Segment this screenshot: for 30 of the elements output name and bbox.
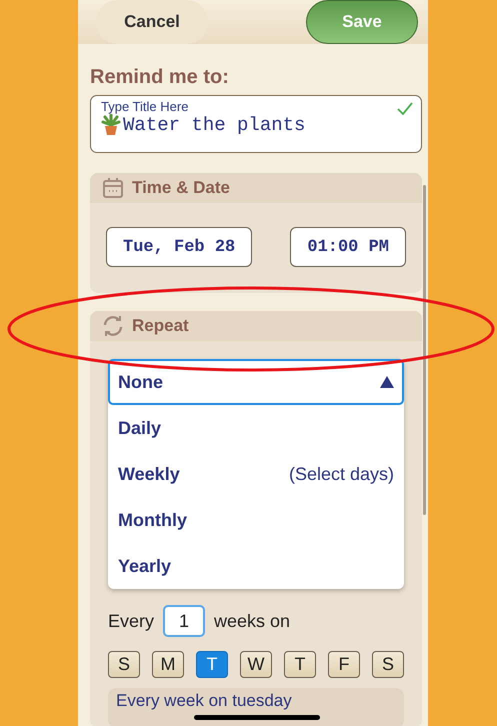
every-label: Every [108,610,154,632]
interval-input[interactable]: 1 [163,605,206,637]
day-toggle[interactable]: M [152,651,184,678]
dropdown-option[interactable]: Yearly [108,543,404,589]
date-picker[interactable]: Tue, Feb 28 [106,227,252,267]
refresh-icon [102,315,124,337]
option-hint: (Select days) [288,464,394,484]
day-toggle[interactable]: T [196,651,228,678]
dropdown-option[interactable]: Weekly (Select days) [108,451,404,497]
potted-plant-icon [101,114,121,136]
time-picker[interactable]: 01:00 PM [290,227,406,267]
placeholder-label: Type Title Here [101,99,190,114]
day-toggle[interactable]: S [108,651,140,678]
cancel-button[interactable]: Cancel [96,0,208,44]
title-input[interactable]: Water the plants [123,114,383,136]
day-toggle[interactable]: T [284,651,316,678]
field-label: Remind me to: [90,66,230,89]
title-field[interactable]: Type Title Here Water the plants [90,95,422,153]
unit-label: weeks on [214,610,290,632]
repeat-summary: Every week on tuesday [108,688,404,726]
calendar-icon [102,177,124,199]
section-title: Repeat [132,316,189,336]
day-toggle[interactable]: S [372,651,404,678]
dropdown-option[interactable]: None [108,359,404,405]
dropdown-option[interactable]: Monthly [108,497,404,543]
caret-icon [380,376,394,388]
day-toggle[interactable]: W [240,651,272,678]
section-title: Time & Date [132,178,230,198]
day-toggle[interactable]: F [328,651,360,678]
dropdown-option[interactable]: Daily [108,405,404,451]
